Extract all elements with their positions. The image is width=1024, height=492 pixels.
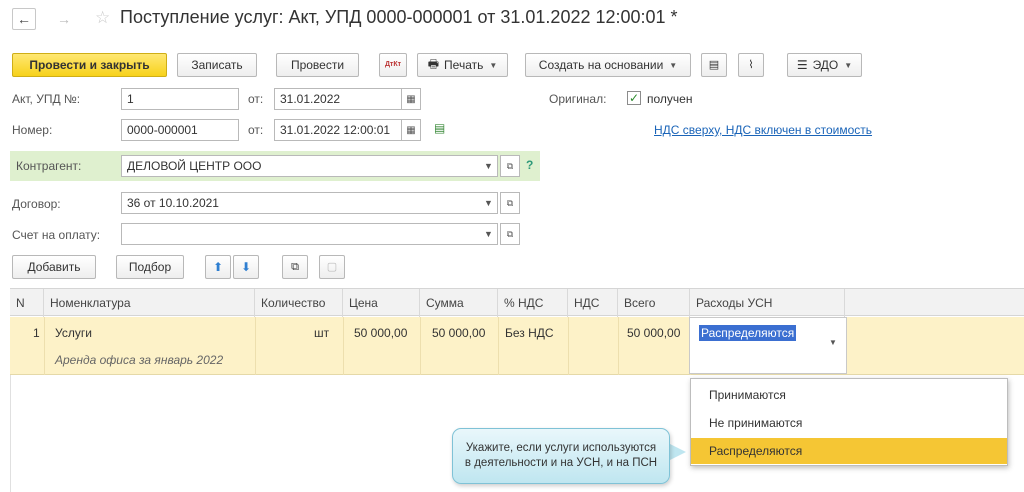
save-button[interactable]: Записать (177, 53, 257, 77)
row-content[interactable]: Аренда офиса за январь 2022 (55, 353, 223, 367)
original-label: Оригинал: (549, 92, 607, 106)
invoice-open-button[interactable]: ⧉ (500, 223, 520, 245)
act-number-label: Акт, УПД №: (12, 92, 81, 106)
dropdown-option-accepted[interactable]: Принимаются (691, 382, 1007, 408)
act-date-input[interactable]: 31.01.2022 (274, 88, 402, 110)
column-header-vat-rate[interactable]: % НДС (498, 289, 568, 317)
row-total[interactable]: 50 000,00 (627, 326, 680, 340)
arrow-up-icon: ⬆ (212, 260, 224, 274)
contract-input[interactable]: 36 от 10.10.2021 (121, 192, 481, 214)
copy-rows-button[interactable]: ⧉ (282, 255, 308, 279)
add-row-button[interactable]: Добавить (12, 255, 96, 279)
counterparty-label: Контрагент: (16, 159, 82, 173)
calendar-button[interactable]: ▦ (401, 88, 421, 110)
column-header-price[interactable]: Цена (343, 289, 420, 317)
print-button[interactable]: 🖶 Печать ▼ (417, 53, 508, 77)
calendar-icon: ▦ (406, 93, 416, 105)
number-label: Номер: (12, 123, 53, 137)
forward-button[interactable]: → (52, 8, 76, 30)
calendar-icon: ▦ (406, 124, 416, 136)
usn-expense-dropdown: Принимаются Не принимаются Распределяютс… (690, 378, 1008, 466)
create-based-on-button[interactable]: Создать на основании ▼ (525, 53, 691, 77)
post-and-close-button[interactable]: Провести и закрыть (12, 53, 167, 77)
back-button[interactable]: ← (12, 8, 36, 30)
arrow-right-icon: → (57, 11, 71, 27)
structure-button[interactable]: ▤ (701, 53, 727, 77)
edo-icon: ☰ (796, 58, 808, 72)
copy-icon: ⧉ (291, 260, 299, 273)
dropdown-option-distributed[interactable]: Распределяются (691, 438, 1007, 464)
column-header-vat[interactable]: НДС (568, 289, 618, 317)
chevron-down-icon: ▼ (484, 161, 493, 171)
chevron-down-icon: ▼ (484, 198, 493, 208)
checkmark-icon: ✓ (628, 91, 640, 105)
hint-callout: Укажите, если услуги используются в деят… (452, 428, 670, 484)
chevron-down-icon: ▼ (844, 60, 853, 70)
post-button[interactable]: Провести (276, 53, 359, 77)
move-up-button[interactable]: ⬆ (205, 255, 231, 279)
table-header: N Номенклатура Количество Цена Сумма % Н… (10, 288, 1024, 317)
edo-button[interactable]: ☰ ЭДО ▼ (787, 53, 862, 77)
pick-button[interactable]: Подбор (116, 255, 184, 279)
dtkt-button[interactable]: ДтКт (379, 53, 407, 77)
counterparty-dropdown-button[interactable]: ▼ (480, 155, 498, 177)
contract-dropdown-button[interactable]: ▼ (480, 192, 498, 214)
dropdown-option-not-accepted[interactable]: Не принимаются (691, 410, 1007, 436)
column-header-sum[interactable]: Сумма (420, 289, 498, 317)
chevron-down-icon[interactable]: ▼ (829, 338, 837, 347)
row-unit[interactable]: шт (314, 326, 329, 340)
attach-button[interactable]: ⌇ (738, 53, 764, 77)
column-header-usn-expense[interactable]: Расходы УСН (690, 289, 845, 317)
arrow-left-icon: ← (17, 11, 31, 27)
chevron-down-icon: ▼ (484, 229, 493, 239)
usn-expense-value[interactable]: Распределяются (699, 325, 797, 341)
row-sum[interactable]: 50 000,00 (432, 326, 485, 340)
help-icon[interactable]: ? (526, 158, 533, 172)
act-number-input[interactable]: 1 (121, 88, 239, 110)
row-item[interactable]: Услуги (55, 326, 92, 340)
column-header-item[interactable]: Номенклатура (44, 289, 255, 317)
original-value-label: получен (647, 92, 693, 106)
row-price[interactable]: 50 000,00 (354, 326, 407, 340)
paste-icon: ▢ (326, 260, 338, 273)
contract-label: Договор: (12, 197, 61, 211)
invoice-label: Счет на оплату: (12, 228, 101, 242)
paste-rows-button[interactable]: ▢ (319, 255, 345, 279)
arrow-down-icon: ⬇ (240, 260, 252, 274)
counterparty-input[interactable]: ДЕЛОВОЙ ЦЕНТР ООО (121, 155, 481, 177)
original-checkbox[interactable]: ✓ (627, 91, 641, 105)
history-icon[interactable]: ▤ (434, 121, 445, 135)
paperclip-icon: ⌇ (748, 58, 754, 71)
print-label: Печать (444, 58, 484, 72)
row-vat-rate[interactable]: Без НДС (505, 326, 554, 340)
counterparty-open-button[interactable]: ⧉ (500, 155, 520, 177)
number-input[interactable]: 0000-000001 (121, 119, 239, 141)
act-date-label: от: (248, 92, 264, 106)
window-title: Поступление услуг: Акт, УПД 0000-000001 … (120, 7, 678, 27)
dtkt-icon: ДтКт (384, 61, 402, 68)
invoice-input[interactable] (121, 223, 481, 245)
edo-label: ЭДО (812, 58, 839, 72)
column-header-quantity[interactable]: Количество (255, 289, 343, 317)
row-number: 1 (33, 326, 40, 340)
move-down-button[interactable]: ⬇ (233, 255, 259, 279)
open-window-icon: ⧉ (506, 228, 514, 239)
document-structure-icon: ▤ (708, 58, 720, 71)
invoice-dropdown-button[interactable]: ▼ (480, 223, 498, 245)
open-window-icon: ⧉ (506, 197, 514, 208)
contract-open-button[interactable]: ⧉ (500, 192, 520, 214)
printer-icon: 🖶 (427, 56, 440, 71)
column-header-total[interactable]: Всего (618, 289, 690, 317)
callout-arrow (668, 443, 686, 461)
chevron-down-icon: ▼ (489, 60, 498, 70)
favorite-star-icon[interactable]: ☆ (95, 8, 110, 28)
column-header-n[interactable]: N (10, 289, 44, 317)
vat-mode-link[interactable]: НДС сверху, НДС включен в стоимость (654, 123, 872, 137)
number-datetime-input[interactable]: 31.01.2022 12:00:01 (274, 119, 402, 141)
calendar-button-2[interactable]: ▦ (401, 119, 421, 141)
open-window-icon: ⧉ (506, 160, 514, 171)
chevron-down-icon: ▼ (669, 60, 678, 70)
number-date-label: от: (248, 123, 264, 137)
create-based-label: Создать на основании (538, 58, 664, 72)
